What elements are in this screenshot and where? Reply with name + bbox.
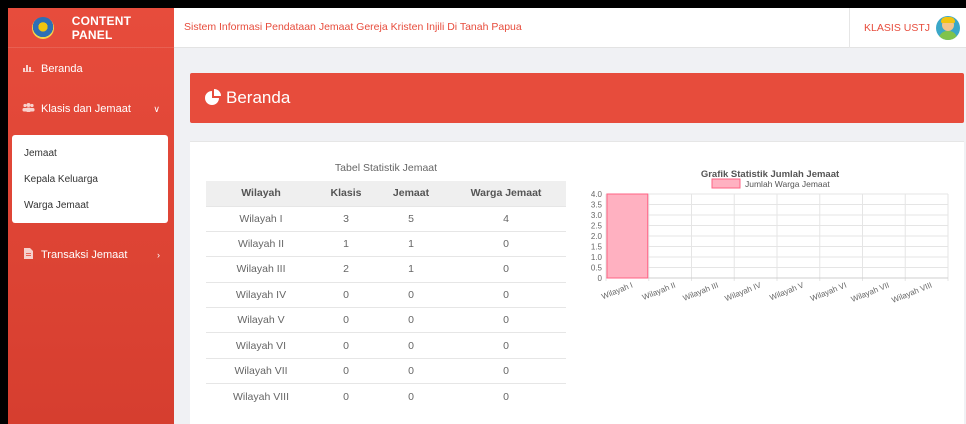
submenu-item-jemaat[interactable]: Jemaat	[24, 141, 168, 167]
table-cell: 0	[446, 357, 566, 384]
sidebar-item-label: Klasis dan Jemaat	[41, 103, 131, 115]
y-tick-label: 2.5	[591, 222, 603, 231]
pie-chart-icon	[204, 89, 222, 107]
file-icon	[20, 248, 36, 262]
table-title: Tabel Statistik Jemaat	[334, 162, 438, 174]
sidebar-item-beranda[interactable]: Beranda	[8, 52, 174, 86]
table-cell: 0	[316, 332, 376, 359]
table-cell: Wilayah VI	[206, 332, 316, 359]
table-cell: Wilayah IV	[206, 281, 316, 308]
table-row: Wilayah VI 0 0 0	[206, 332, 566, 359]
table-cell: Wilayah V	[206, 307, 316, 333]
page-title: Beranda	[226, 88, 291, 107]
table-cell: 0	[446, 307, 566, 333]
legend-swatch	[711, 178, 741, 189]
table-cell: 0	[446, 230, 566, 257]
y-tick-label: 0.5	[591, 264, 603, 273]
column-header: Klasis	[316, 181, 376, 206]
x-tick-label: Wilayah VI	[809, 281, 848, 304]
table-row: Wilayah IV 0 0 0	[206, 281, 566, 308]
chevron-right-icon: ›	[157, 250, 160, 260]
sidebar-item-label: Beranda	[41, 63, 83, 75]
table-cell: 0	[376, 357, 446, 384]
table-cell: Wilayah I	[206, 205, 316, 232]
table-cell: 0	[376, 383, 446, 410]
table-cell: 3	[316, 205, 376, 232]
sidebar-item-transaksi-jemaat[interactable]: Transaksi Jemaat ›	[8, 238, 174, 272]
x-tick-label: Wilayah III	[682, 281, 720, 303]
table-cell: Wilayah VIII	[206, 383, 316, 410]
system-title: Sistem Informasi Pendataan Jemaat Gereja…	[184, 21, 522, 33]
column-header: Warga Jemaat	[446, 181, 566, 206]
app-frame: CONTENT PANEL Beranda Klasis dan Jemaat …	[8, 8, 966, 424]
table-row: Wilayah III 2 1 0	[206, 256, 566, 283]
bar-chart: Jumlah Warga Jemaat 00.5 1.01.5 2.02.5 3.03.…	[591, 178, 949, 305]
page-header: Beranda	[190, 73, 964, 123]
y-tick-label: 3.0	[591, 211, 603, 220]
table-cell: 1	[376, 230, 446, 257]
content-card: Tabel Statistik Jemaat Wilayah Klasis Je…	[190, 141, 964, 424]
sidebar: CONTENT PANEL Beranda Klasis dan Jemaat …	[8, 8, 174, 424]
submenu-item-kepala-keluarga[interactable]: Kepala Keluarga	[24, 167, 168, 193]
x-tick-label: Wilayah VII	[850, 281, 891, 305]
chart: Grafik Statistik Jumlah Jemaat Jumlah Wa…	[582, 158, 958, 338]
table-cell: 0	[376, 332, 446, 359]
table-cell: 0	[376, 307, 446, 333]
legend-label: Jumlah Warga Jemaat	[745, 179, 830, 189]
submenu-item-warga-jemaat[interactable]: Warga Jemaat	[24, 193, 168, 219]
y-tick-label: 2.0	[591, 232, 603, 241]
table-cell: 0	[376, 281, 446, 308]
table-row: Wilayah VIII 0 0 0	[206, 383, 566, 410]
table-row: Wilayah V000	[206, 307, 566, 333]
table-cell: 2	[316, 256, 376, 283]
y-tick-label: 1.5	[591, 243, 603, 252]
column-header: Wilayah	[206, 181, 316, 206]
table-cell: 4	[446, 205, 566, 232]
table-cell: 0	[446, 332, 566, 359]
x-tick-label: Wilayah V	[768, 280, 805, 302]
sidebar-item-label: Transaksi Jemaat	[41, 249, 128, 261]
column-header: Jemaat	[376, 181, 446, 206]
topbar: Sistem Informasi Pendataan Jemaat Gereja…	[174, 8, 966, 48]
table-cell: 1	[376, 256, 446, 283]
table-cell: 0	[316, 383, 376, 410]
chart-title: Grafik Statistik Jumlah Jemaat	[700, 169, 840, 180]
bar	[606, 193, 649, 279]
sidebar-item-klasis-dan-jemaat[interactable]: Klasis dan Jemaat ∨	[8, 92, 174, 126]
y-tick-label: 0	[598, 274, 603, 283]
table-row: Wilayah I354	[206, 205, 566, 232]
table-cell: 0	[316, 281, 376, 308]
logo-icon	[32, 16, 54, 39]
x-tick-label: Wilayah II	[641, 281, 677, 303]
chevron-down-icon: ∨	[153, 103, 160, 114]
y-tick-label: 4.0	[591, 190, 603, 199]
x-tick-label: Wilayah IV	[724, 280, 763, 303]
chart-icon	[20, 63, 36, 75]
table-cell: 1	[316, 230, 376, 257]
table-cell: 0	[316, 307, 376, 333]
x-tick-label: Wilayah I	[600, 281, 634, 302]
table-cell: 0	[316, 357, 376, 384]
table-cell: Wilayah II	[206, 230, 316, 257]
user-name: KLASIS USTJ	[864, 22, 930, 34]
table-cell: 0	[446, 383, 566, 410]
table-cell: 0	[446, 256, 566, 283]
brand[interactable]: CONTENT PANEL	[8, 8, 174, 48]
table-cell: 5	[376, 205, 446, 232]
avatar	[936, 16, 960, 40]
user-menu[interactable]: KLASIS USTJ	[849, 8, 960, 48]
table-row: Wilayah VII 0 0 0	[206, 357, 566, 384]
table-row: Wilayah II 1 1 0	[206, 230, 566, 257]
x-tick-label: Wilayah VIII	[890, 281, 933, 305]
stats-table: Wilayah Klasis Jemaat Warga Jemaat Wilay…	[206, 181, 566, 410]
users-icon	[20, 103, 36, 115]
table-cell: 0	[446, 281, 566, 308]
y-tick-label: 1.0	[591, 253, 603, 262]
table-header-row: Wilayah Klasis Jemaat Warga Jemaat	[206, 181, 566, 206]
table-cell: Wilayah VII	[206, 357, 316, 384]
table-cell: Wilayah III	[206, 256, 316, 283]
y-tick-label: 3.5	[591, 201, 603, 210]
brand-title: CONTENT PANEL	[71, 13, 132, 42]
submenu: Jemaat Kepala Keluarga Warga Jemaat	[12, 135, 168, 223]
